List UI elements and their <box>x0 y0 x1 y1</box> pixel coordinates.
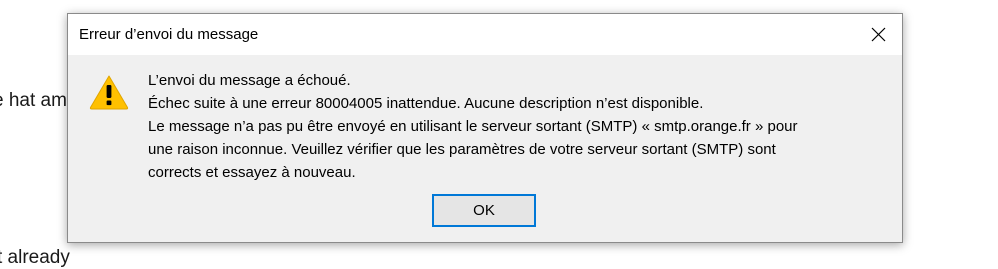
dialog-titlebar[interactable]: Erreur d’envoi du message <box>68 14 902 55</box>
close-button[interactable] <box>856 14 902 55</box>
error-dialog: Erreur d’envoi du message L’envoi du mes… <box>67 13 903 243</box>
warning-icon <box>89 75 129 110</box>
dialog-title: Erreur d’envoi du message <box>79 26 259 43</box>
error-message: L’envoi du message a échoué. Échec suite… <box>148 69 798 184</box>
message-line: une raison inconnue. Veuillez vérifier q… <box>148 141 776 158</box>
message-line: Le message n’a pas pu être envoyé en uti… <box>148 118 798 135</box>
background-text-line: e hat am <box>0 90 67 111</box>
message-line: corrects et essayez à nouveau. <box>148 164 356 181</box>
close-icon <box>871 27 886 42</box>
message-line: L’envoi du message a échoué. <box>148 72 351 89</box>
ok-button[interactable]: OK <box>432 194 536 227</box>
message-line: Échec suite à une erreur 80004005 inatte… <box>148 95 704 112</box>
background-text-line: t already <box>0 247 70 268</box>
